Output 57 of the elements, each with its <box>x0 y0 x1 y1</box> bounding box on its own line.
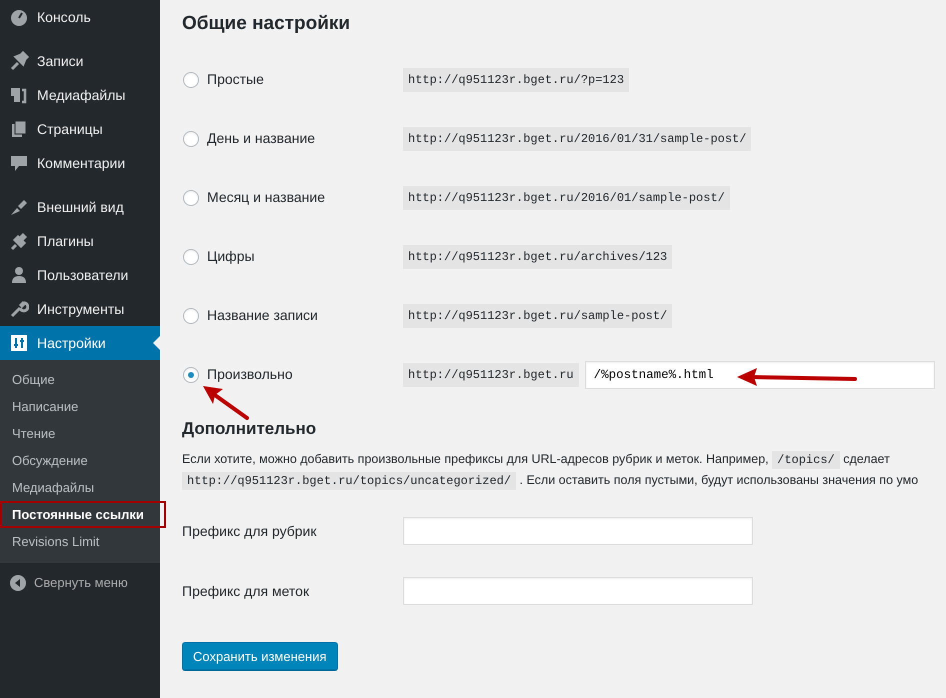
radio-button[interactable] <box>183 130 199 146</box>
url-example: http://q951123r.bget.ru/archives/123 <box>403 244 672 268</box>
submenu-item[interactable]: Постоянные ссылки <box>0 501 166 528</box>
description-text: Если хотите, можно добавить произвольные префиксы для URL-адресов рубрик и меток. Например, /topics/ сделает <box>182 450 891 470</box>
menu-item[interactable]: Пользователи <box>0 258 160 292</box>
option-label: Месяц и название <box>207 188 325 207</box>
option-label: Произвольно <box>207 365 293 384</box>
radio-button[interactable] <box>183 72 199 88</box>
plug-icon <box>9 231 29 251</box>
menu-item[interactable]: Медиафайлы <box>0 78 160 112</box>
option-label: День и название <box>207 129 316 148</box>
radio-button[interactable] <box>183 308 199 324</box>
user-icon <box>9 265 29 285</box>
submenu-item[interactable]: Медиафайлы <box>0 474 160 501</box>
url-example: http://q951123r.bget.ru/2016/01/sample-post/ <box>403 186 730 210</box>
field-label: Префикс для меток <box>182 582 310 601</box>
collapse-menu-link[interactable]: Свернуть меню <box>34 573 128 592</box>
url-example: http://q951123r.bget.ru/?p=123 <box>403 68 630 92</box>
menu-item[interactable]: Плагины <box>0 224 160 258</box>
brush-icon <box>9 197 29 217</box>
annotation-arrow <box>203 386 249 420</box>
collapse-icon <box>10 574 26 591</box>
field-label: Префикс для рубрик <box>182 522 318 541</box>
section-heading: Дополнительно <box>182 419 318 440</box>
sliders-icon <box>9 333 29 353</box>
structure-input[interactable]: /%postname%.html <box>584 360 935 388</box>
speech-bubble-icon <box>9 153 29 173</box>
dashboard-icon <box>9 7 29 27</box>
wrench-icon <box>9 299 29 319</box>
prefix-input[interactable] <box>403 577 753 606</box>
option-label: Простые <box>207 70 264 89</box>
menu-item[interactable]: Консоль <box>0 0 160 34</box>
menu-item[interactable]: Инструменты <box>0 292 160 326</box>
submenu-item[interactable]: Чтение <box>0 420 160 447</box>
save-button[interactable]: Сохранить изменения <box>182 642 338 670</box>
section-heading: Общие настройки <box>182 13 352 36</box>
submenu-item[interactable]: Обсуждение <box>0 447 160 474</box>
submenu-item[interactable]: Общие <box>0 366 160 393</box>
description-text: http://q951123r.bget.ru/topics/uncategorized/ . Если оставить поля пустыми, будут использованы значения по умо <box>182 470 946 492</box>
option-label: Название записи <box>207 306 318 325</box>
media-icon <box>9 85 29 105</box>
prefix-input[interactable] <box>403 517 753 546</box>
url-example: http://q951123r.bget.ru <box>403 362 579 386</box>
submenu-item[interactable]: Revisions Limit <box>0 528 160 555</box>
radio-button[interactable] <box>183 366 199 382</box>
url-example: http://q951123r.bget.ru/sample-post/ <box>403 304 672 328</box>
option-label: Цифры <box>207 247 255 266</box>
submenu-item[interactable]: Написание <box>0 393 160 420</box>
menu-item[interactable]: Комментарии <box>0 146 160 180</box>
menu-item[interactable]: Настройки <box>0 326 160 360</box>
menu-item[interactable]: Внешний вид <box>0 190 160 224</box>
radio-button[interactable] <box>183 248 199 264</box>
radio-button[interactable] <box>183 190 199 206</box>
menu-item[interactable]: Страницы <box>0 112 160 146</box>
menu-item[interactable]: Записи <box>0 44 160 78</box>
pin-icon <box>9 51 29 71</box>
url-example: http://q951123r.bget.ru/2016/01/31/sample-post/ <box>403 126 752 150</box>
